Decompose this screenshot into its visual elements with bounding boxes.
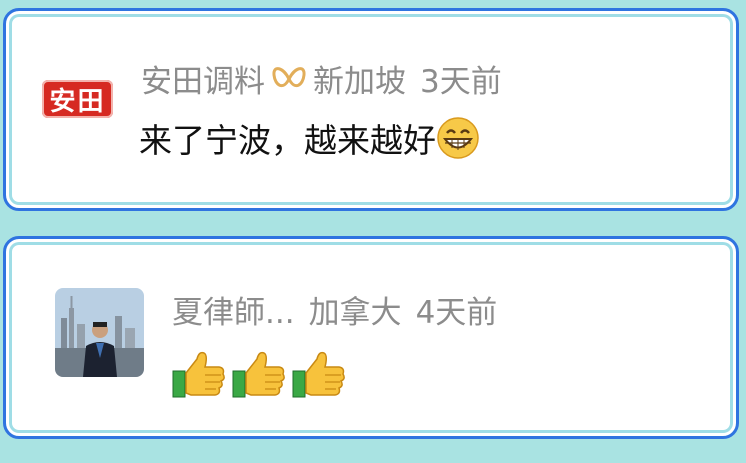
avatar[interactable]: 安田: [40, 76, 115, 122]
user-name[interactable]: 安田调料: [141, 56, 265, 101]
comment-card[interactable]: 夏律師... 加拿大 4天前: [3, 236, 739, 439]
avatar[interactable]: [55, 288, 144, 377]
comment-body: 来了宁波，越来越好: [139, 121, 436, 160]
comment-meta: 夏律師... 加拿大 4天前: [172, 287, 497, 332]
user-name[interactable]: 夏律師...: [172, 287, 295, 332]
location: 加拿大: [308, 295, 402, 331]
thumbs-up-icon: [292, 351, 345, 398]
timestamp: 4天前: [415, 295, 498, 331]
vip-badge-icon: [272, 66, 306, 87]
grinning-face-icon: [437, 117, 479, 159]
location: 新加坡: [313, 64, 406, 100]
user-photo-avatar: [55, 288, 144, 377]
comment-card[interactable]: 安田 安田调料 新加坡 3天前 来了宁波，越来越好: [3, 8, 739, 211]
timestamp: 3天前: [420, 64, 502, 100]
comment-text: [171, 349, 346, 399]
comment-text: 来了宁波，越来越好: [139, 114, 480, 162]
comment-meta: 安田调料 新加坡 3天前: [141, 56, 502, 101]
brand-logo: 安田: [42, 80, 113, 118]
thumbs-up-icon: [172, 351, 225, 398]
thumbs-up-icon: [232, 351, 285, 398]
